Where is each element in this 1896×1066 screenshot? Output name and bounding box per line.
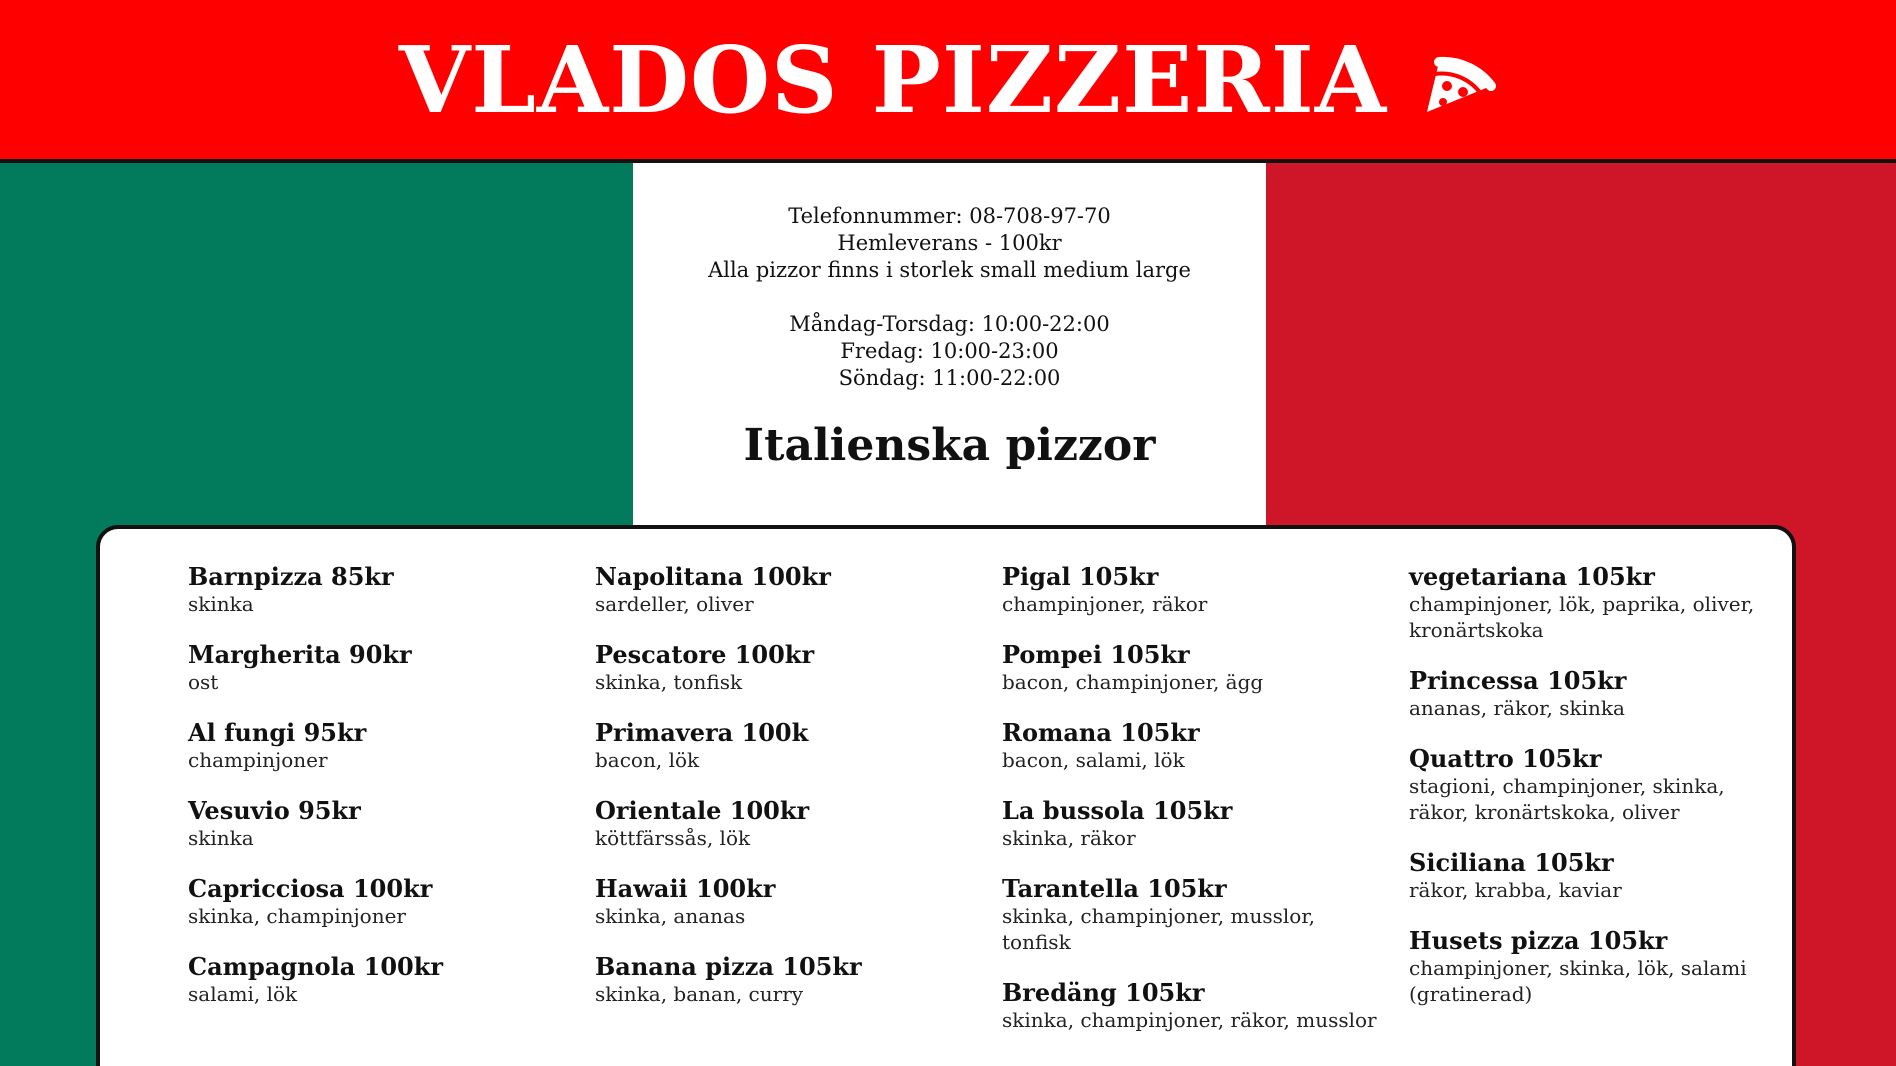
- menu-item-name: La bussola 105kr: [1002, 796, 1233, 825]
- menu-item-ingredients: ananas, räkor, skinka: [1409, 696, 1625, 720]
- menu-item: Pescatore 100kr skinka, tonfisk: [595, 641, 970, 695]
- menu-item: Al fungi 95kr champinjoner: [188, 719, 563, 773]
- menu-item: Princessa 105kr ananas, räkor, skinka: [1409, 667, 1779, 721]
- phone-number: Telefonnummer: 08-708-97-70: [788, 204, 1111, 228]
- menu-item-name: Primavera 100k: [595, 718, 809, 747]
- menu-item: Hawaii 100kr skinka, ananas: [595, 875, 970, 929]
- menu-item: Margherita 90kr ost: [188, 641, 563, 695]
- menu-item-name: vegetariana 105kr: [1409, 562, 1655, 591]
- menu-item-ingredients: champinjoner, lök, paprika, oliver, kron…: [1409, 592, 1755, 642]
- menu-item: Bredäng 105kr skinka, champinjoner, räkor…: [1002, 979, 1377, 1033]
- menu-item: Napolitana 100kr sardeller, oliver: [595, 563, 970, 617]
- menu-item: Husets pizza 105kr champinjoner, skinka, …: [1409, 927, 1779, 1007]
- menu-item-ingredients: skinka: [188, 592, 254, 616]
- menu-item-name: Hawaii 100kr: [595, 874, 776, 903]
- hours-sun: Söndag: 11:00-22:00: [838, 366, 1061, 390]
- menu-item: Primavera 100k bacon, lök: [595, 719, 970, 773]
- menu-item-ingredients: bacon, lök: [595, 748, 700, 772]
- site-header: VLADOS PIZZERIA: [0, 0, 1896, 163]
- menu-item-name: Pigal 105kr: [1002, 562, 1159, 591]
- menu-item: La bussola 105kr skinka, räkor: [1002, 797, 1377, 851]
- store-info: Telefonnummer: 08-708-97-70 Hemleverans …: [633, 163, 1266, 392]
- delivery-price: Hemleverans - 100kr: [837, 231, 1062, 255]
- size-info: Alla pizzor finns i storlek small medium…: [708, 258, 1191, 282]
- menu-item-name: Princessa 105kr: [1409, 666, 1627, 695]
- menu-item: Siciliana 105kr räkor, krabba, kaviar: [1409, 849, 1779, 903]
- menu-item-ingredients: champinjoner: [188, 748, 328, 772]
- menu-item-ingredients: skinka, tonfisk: [595, 670, 743, 694]
- menu-item-ingredients: skinka, räkor: [1002, 826, 1136, 850]
- menu-item-ingredients: sardeller, oliver: [595, 592, 754, 616]
- menu-item: Pigal 105kr champinjoner, räkor: [1002, 563, 1377, 617]
- menu-item-ingredients: champinjoner, räkor: [1002, 592, 1208, 616]
- menu-item-ingredients: champinjoner, skinka, lök, salami (grati…: [1409, 956, 1747, 1006]
- menu-item-name: Siciliana 105kr: [1409, 848, 1614, 877]
- menu-column-1: Barnpizza 85kr skinka Margherita 90kr ost Al…: [188, 563, 563, 1031]
- menu-item-ingredients: salami, lök: [188, 982, 298, 1006]
- site-title: VLADOS PIZZERIA: [398, 25, 1388, 134]
- menu-item-ingredients: skinka, champinjoner, räkor, musslor: [1002, 1008, 1377, 1032]
- menu-item: Quattro 105kr stagioni, champinjoner, ski…: [1409, 745, 1779, 825]
- menu-item: Vesuvio 95kr skinka: [188, 797, 563, 851]
- menu-item-name: Tarantella 105kr: [1002, 874, 1227, 903]
- menu-item-name: Orientale 100kr: [595, 796, 810, 825]
- menu-item-ingredients: skinka, banan, curry: [595, 982, 804, 1006]
- menu-item: vegetariana 105kr champinjoner, lök, papr…: [1409, 563, 1779, 643]
- menu-item-name: Capricciosa 100kr: [188, 874, 433, 903]
- menu-item-ingredients: bacon, salami, lök: [1002, 748, 1185, 772]
- menu-item-ingredients: skinka: [188, 826, 254, 850]
- pizza-slice-icon: [1421, 42, 1497, 118]
- menu-column-3: Pigal 105kr champinjoner, räkor Pompei 105…: [1002, 563, 1377, 1057]
- menu-item: Campagnola 100kr salami, lök: [188, 953, 563, 1007]
- hours-fri: Fredag: 10:00-23:00: [840, 339, 1059, 363]
- hours-mon-thu: Måndag-Torsdag: 10:00-22:00: [789, 312, 1110, 336]
- menu-column-2: Napolitana 100kr sardeller, oliver Pescato…: [595, 563, 970, 1031]
- menu-item: Romana 105kr bacon, salami, lök: [1002, 719, 1377, 773]
- menu-card: Barnpizza 85kr skinka Margherita 90kr ost Al…: [96, 525, 1796, 1066]
- menu-item-name: Margherita 90kr: [188, 640, 412, 669]
- menu-item-name: Campagnola 100kr: [188, 952, 444, 981]
- menu-item-ingredients: stagioni, champinjoner, skinka, räkor, k…: [1409, 774, 1725, 824]
- menu-item-name: Pescatore 100kr: [595, 640, 815, 669]
- page: VLADOS PIZZERIA Telefonnummer: 08-708-97…: [0, 0, 1896, 1066]
- menu-item-name: Quattro 105kr: [1409, 744, 1602, 773]
- menu-item-name: Banana pizza 105kr: [595, 952, 862, 981]
- menu-item-name: Vesuvio 95kr: [188, 796, 361, 825]
- section-title: Italienska pizzor: [743, 420, 1156, 471]
- menu-item-name: Al fungi 95kr: [188, 718, 367, 747]
- menu-item-ingredients: skinka, champinjoner, musslor, tonfisk: [1002, 904, 1316, 954]
- menu-item: Tarantella 105kr skinka, champinjoner, mu…: [1002, 875, 1377, 955]
- menu-item-ingredients: räkor, krabba, kaviar: [1409, 878, 1622, 902]
- menu-item-name: Husets pizza 105kr: [1409, 926, 1668, 955]
- menu-item-name: Romana 105kr: [1002, 718, 1200, 747]
- menu-column-4: vegetariana 105kr champinjoner, lök, papr…: [1409, 563, 1779, 1031]
- menu-item-ingredients: skinka, champinjoner: [188, 904, 406, 928]
- menu-item-name: Napolitana 100kr: [595, 562, 831, 591]
- menu-item-name: Pompei 105kr: [1002, 640, 1190, 669]
- menu-item-ingredients: köttfärssås, lök: [595, 826, 751, 850]
- menu-item: Banana pizza 105kr skinka, banan, curry: [595, 953, 970, 1007]
- menu-item-ingredients: skinka, ananas: [595, 904, 746, 928]
- menu-item: Barnpizza 85kr skinka: [188, 563, 563, 617]
- menu-item-ingredients: ost: [188, 670, 219, 694]
- menu-item: Capricciosa 100kr skinka, champinjoner: [188, 875, 563, 929]
- menu-item-name: Bredäng 105kr: [1002, 978, 1205, 1007]
- menu-item-name: Barnpizza 85kr: [188, 562, 394, 591]
- menu-item-ingredients: bacon, champinjoner, ägg: [1002, 670, 1264, 694]
- menu-item: Orientale 100kr köttfärssås, lök: [595, 797, 970, 851]
- menu-item: Pompei 105kr bacon, champinjoner, ägg: [1002, 641, 1377, 695]
